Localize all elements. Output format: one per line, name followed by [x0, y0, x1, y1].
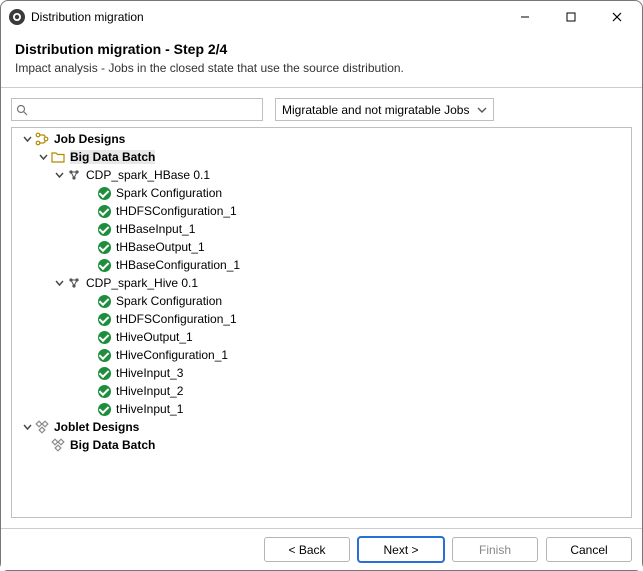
next-button[interactable]: Next >	[358, 537, 444, 562]
wizard-header: Distribution migration - Step 2/4 Impact…	[1, 33, 642, 88]
expand-toggle[interactable]	[52, 279, 66, 288]
chevron-down-icon	[477, 107, 487, 113]
search-icon	[16, 104, 28, 116]
tree-label: CDP_spark_HBase 0.1	[86, 168, 210, 182]
tree-label: CDP_spark_Hive 0.1	[86, 276, 198, 290]
tree-row[interactable]: tHiveInput_3	[12, 364, 631, 382]
tree-row[interactable]: tHiveOutput_1	[12, 328, 631, 346]
joblet-icon	[50, 437, 66, 453]
filter-row: Migratable and not migratable Jobs	[1, 88, 642, 127]
tree-row[interactable]: Joblet Designs	[12, 418, 631, 436]
tree-row[interactable]: Spark Configuration	[12, 184, 631, 202]
tree-row[interactable]: tHBaseInput_1	[12, 220, 631, 238]
next-button-label: Next >	[383, 543, 418, 557]
tree-label: Spark Configuration	[116, 186, 222, 200]
branch-icon	[34, 131, 50, 147]
tree-label: Big Data Batch	[70, 150, 155, 164]
check-icon	[96, 185, 112, 201]
back-button-label: < Back	[288, 543, 325, 557]
check-icon	[96, 365, 112, 381]
titlebar: Distribution migration	[1, 1, 642, 33]
check-icon	[96, 311, 112, 327]
minimize-button[interactable]	[502, 2, 548, 32]
tree-label: tHDFSConfiguration_1	[116, 204, 237, 218]
tree-label: tHiveInput_1	[116, 402, 183, 416]
folder-icon	[50, 149, 66, 165]
maximize-button[interactable]	[548, 2, 594, 32]
check-icon	[96, 257, 112, 273]
tree-label: tHBaseConfiguration_1	[116, 258, 240, 272]
tree-row[interactable]: Spark Configuration	[12, 292, 631, 310]
finish-button-label: Finish	[479, 543, 511, 557]
cancel-button[interactable]: Cancel	[546, 537, 632, 562]
tree-row[interactable]: Big Data Batch	[12, 436, 631, 454]
wizard-footer: < Back Next > Finish Cancel	[1, 528, 642, 570]
expand-toggle[interactable]	[36, 153, 50, 162]
check-icon	[96, 203, 112, 219]
check-icon	[96, 383, 112, 399]
joblet-icon	[34, 419, 50, 435]
filter-combo-value: Migratable and not migratable Jobs	[282, 103, 469, 117]
window-buttons	[502, 2, 640, 32]
finish-button: Finish	[452, 537, 538, 562]
window-title: Distribution migration	[31, 10, 144, 24]
tree-row[interactable]: tHBaseConfiguration_1	[12, 256, 631, 274]
tree-row[interactable]: tHDFSConfiguration_1	[12, 202, 631, 220]
tree-label: tHBaseInput_1	[116, 222, 195, 236]
app-icon	[9, 9, 25, 25]
tree-label: Joblet Designs	[54, 420, 139, 434]
tree-row[interactable]: tHiveConfiguration_1	[12, 346, 631, 364]
tree-row[interactable]: tHBaseOutput_1	[12, 238, 631, 256]
tree-label: tHiveInput_3	[116, 366, 183, 380]
back-button[interactable]: < Back	[264, 537, 350, 562]
tree-row[interactable]: tHDFSConfiguration_1	[12, 310, 631, 328]
check-icon	[96, 329, 112, 345]
tree-row[interactable]: tHiveInput_2	[12, 382, 631, 400]
expand-toggle[interactable]	[20, 423, 34, 432]
tree-label: tHDFSConfiguration_1	[116, 312, 237, 326]
search-input-wrap[interactable]	[11, 98, 263, 121]
expand-toggle[interactable]	[52, 171, 66, 180]
tree-label: Job Designs	[54, 132, 125, 146]
tree-label: tHiveInput_2	[116, 384, 183, 398]
check-icon	[96, 221, 112, 237]
tree-row[interactable]: CDP_spark_HBase 0.1	[12, 166, 631, 184]
check-icon	[96, 401, 112, 417]
check-icon	[96, 293, 112, 309]
search-input[interactable]	[32, 102, 258, 118]
tree-view[interactable]: Job Designs Big Data Batch CDP_spark_HBase…	[11, 127, 632, 518]
cancel-button-label: Cancel	[570, 543, 607, 557]
page-title: Distribution migration - Step 2/4	[15, 41, 628, 57]
check-icon	[96, 239, 112, 255]
filter-combo[interactable]: Migratable and not migratable Jobs	[275, 98, 494, 121]
expand-toggle[interactable]	[20, 135, 34, 144]
tree-label: tHiveConfiguration_1	[116, 348, 228, 362]
tree-label: tHiveOutput_1	[116, 330, 193, 344]
tree-label: Big Data Batch	[70, 438, 155, 452]
tree-row[interactable]: Job Designs	[12, 130, 631, 148]
job-icon	[66, 167, 82, 183]
tree-row[interactable]: Big Data Batch	[12, 148, 631, 166]
tree-label: Spark Configuration	[116, 294, 222, 308]
check-icon	[96, 347, 112, 363]
tree-row[interactable]: CDP_spark_Hive 0.1	[12, 274, 631, 292]
close-button[interactable]	[594, 2, 640, 32]
tree-label: tHBaseOutput_1	[116, 240, 205, 254]
tree-row[interactable]: tHiveInput_1	[12, 400, 631, 418]
job-icon	[66, 275, 82, 291]
page-subtitle: Impact analysis - Jobs in the closed sta…	[15, 61, 628, 75]
